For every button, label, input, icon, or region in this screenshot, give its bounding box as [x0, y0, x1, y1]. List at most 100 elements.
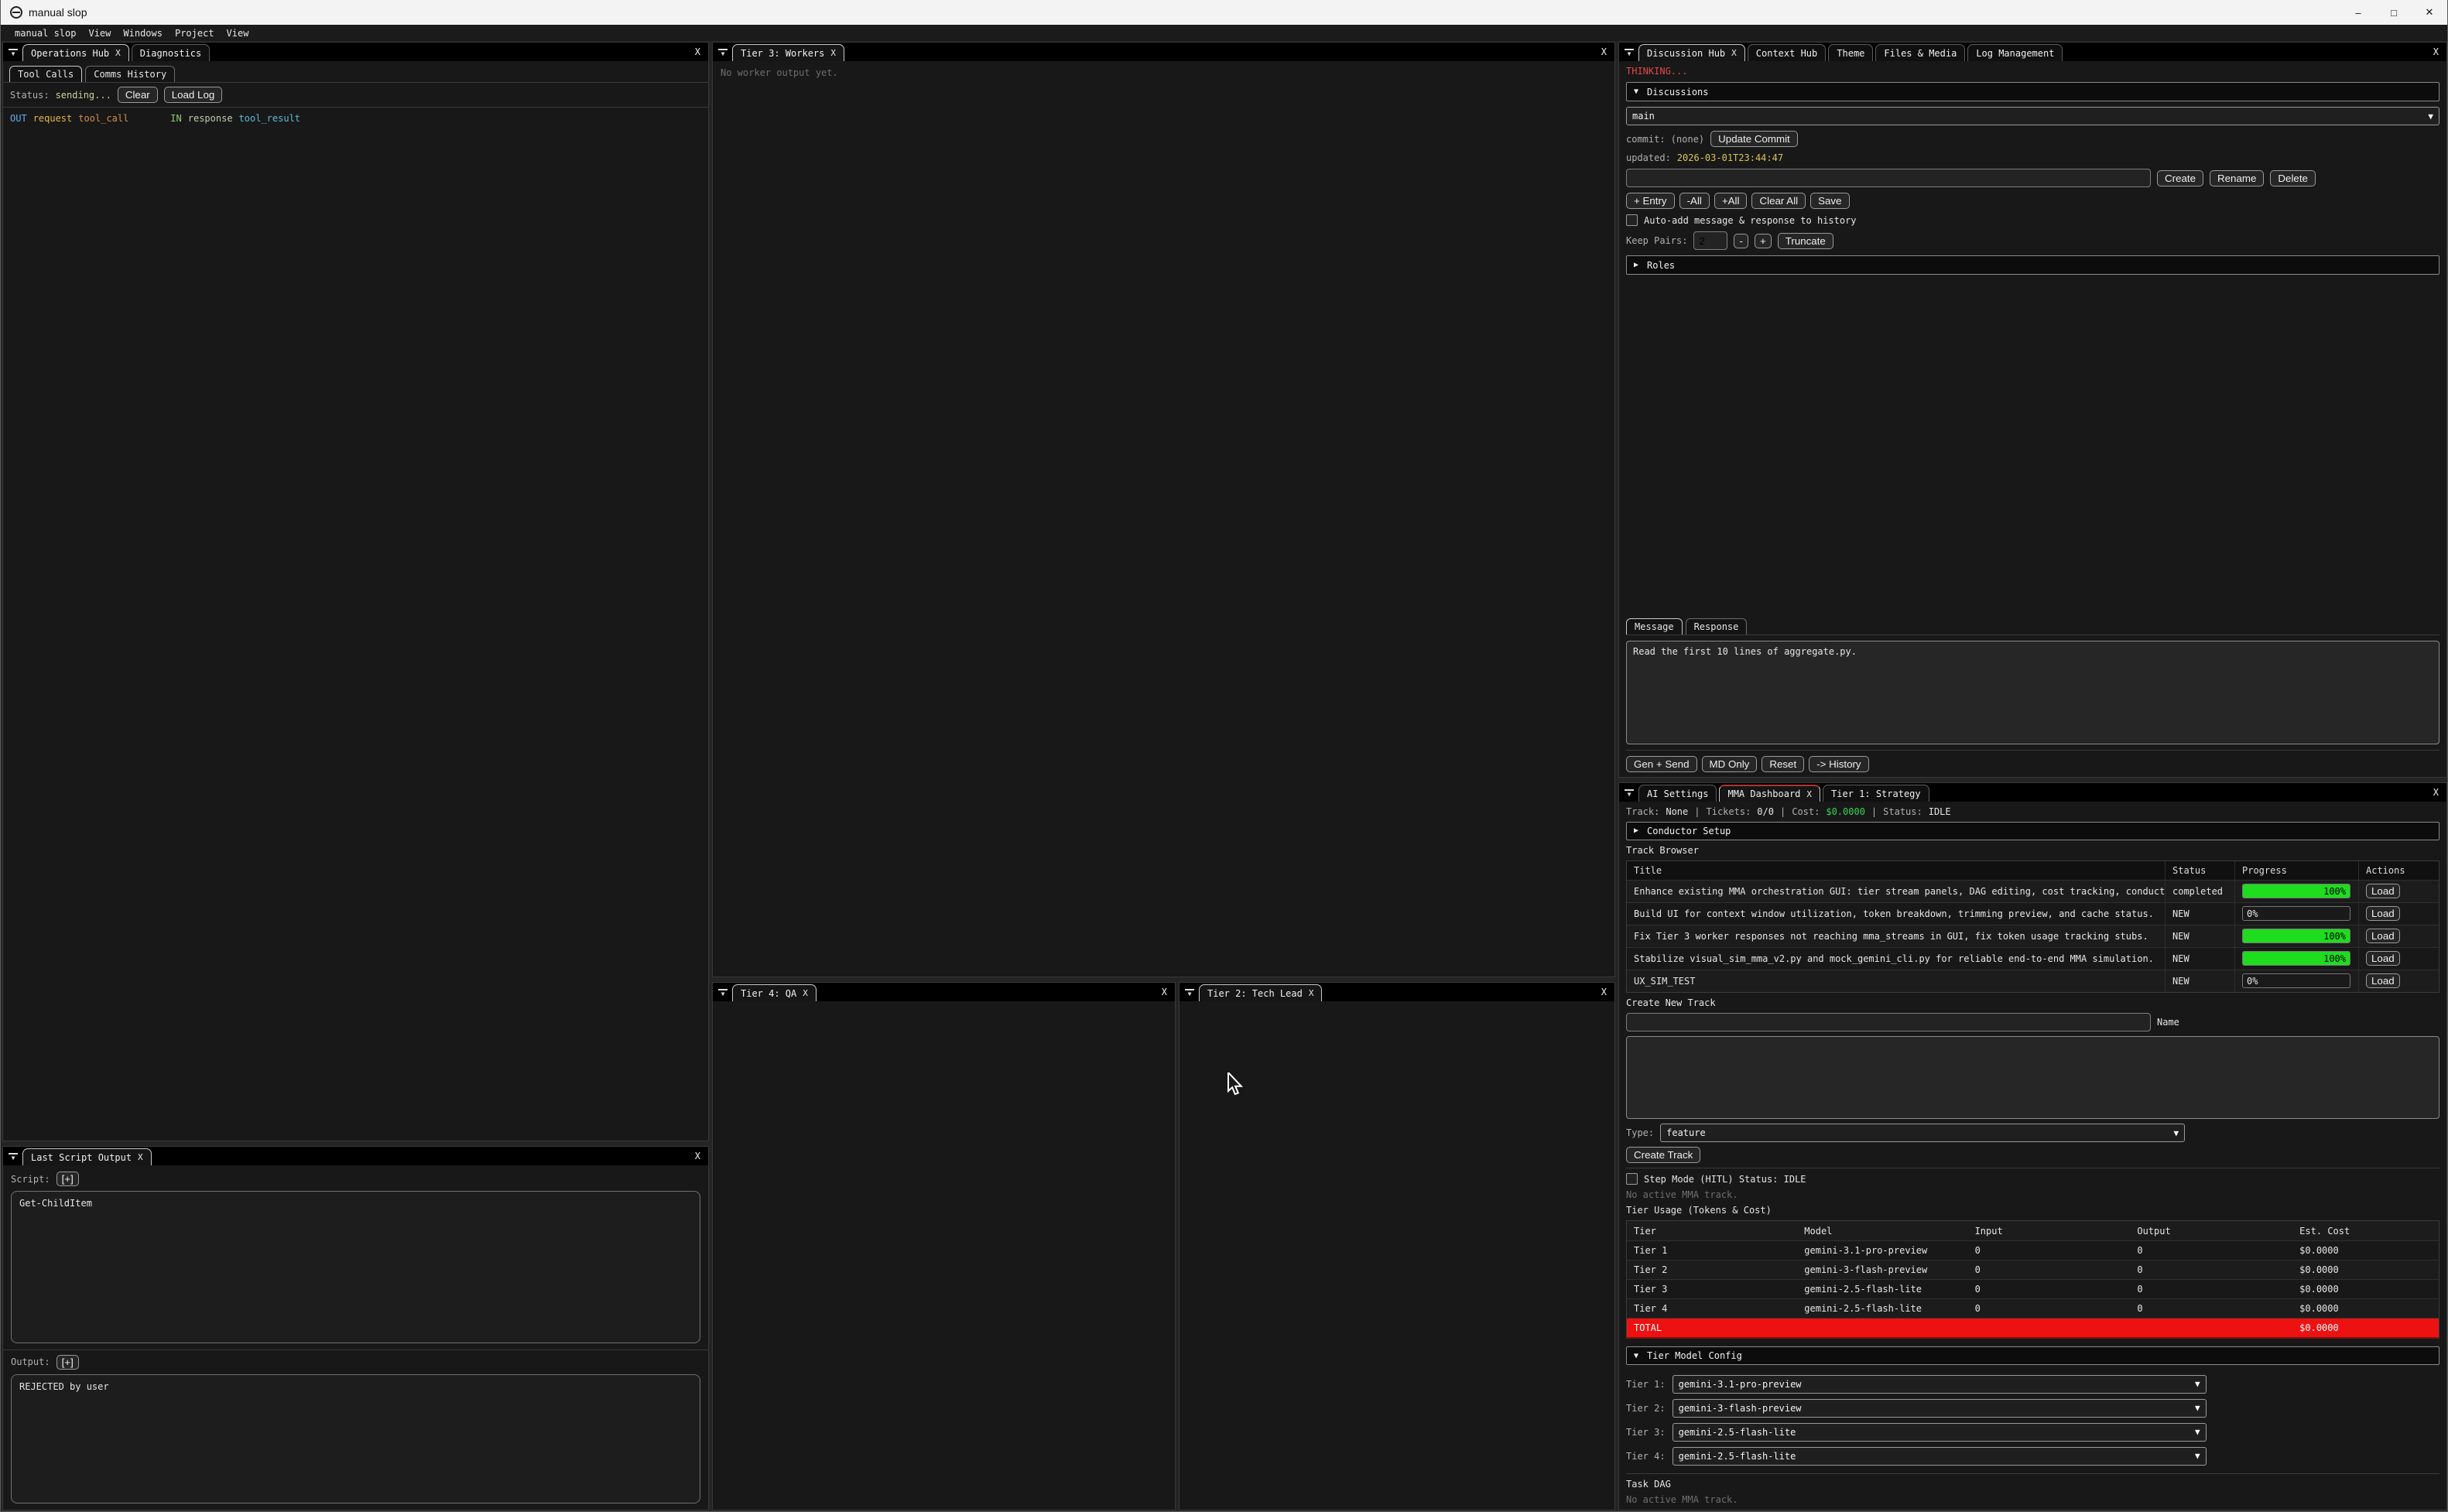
reset-button[interactable]: Reset	[1762, 756, 1804, 772]
discussion-name-input[interactable]	[1626, 169, 2151, 187]
tier-model-select[interactable]: gemini-3.1-pro-preview▼	[1673, 1375, 2207, 1394]
menu-item-view[interactable]: View	[82, 28, 117, 39]
tab-tier-1-strategy[interactable]: Tier 1: Strategy	[1823, 785, 1929, 802]
update-commit-button[interactable]: Update Commit	[1710, 131, 1798, 147]
all-button[interactable]: +All	[1714, 193, 1748, 209]
panel-menu-icon[interactable]: ▼	[1625, 49, 1634, 57]
tab-close-icon[interactable]: X	[1806, 789, 1812, 799]
load-log-button[interactable]: Load Log	[164, 87, 223, 103]
track-type-select[interactable]: feature ▼	[1660, 1124, 2185, 1142]
panel-close-icon[interactable]: X	[1601, 46, 1607, 57]
tab-discussion-hub[interactable]: Discussion HubX	[1638, 44, 1745, 61]
track-row[interactable]: Fix Tier 3 worker responses not reaching…	[1627, 925, 2439, 947]
panel-close-icon[interactable]: X	[2433, 46, 2439, 57]
tab-tier-2-tech-lead[interactable]: Tier 2: Tech LeadX	[1199, 984, 1322, 1001]
script-text-box[interactable]: Get-ChildItem	[11, 1191, 700, 1343]
panel-close-icon[interactable]: X	[695, 46, 700, 57]
conductor-setup-header[interactable]: ▶ Conductor Setup	[1626, 822, 2439, 840]
menu-item-windows[interactable]: Windows	[117, 28, 169, 39]
panel-menu-icon[interactable]: ▼	[9, 1153, 18, 1161]
tab-close-icon[interactable]: X	[803, 988, 808, 998]
message-textarea[interactable]: Read the first 10 lines of aggregate.py.	[1626, 641, 2439, 744]
panel-menu-icon[interactable]: ▼	[1625, 789, 1634, 798]
panel-menu-icon[interactable]: ▼	[718, 49, 728, 57]
load-button[interactable]: Load	[2366, 951, 2400, 966]
tab-mma-dashboard[interactable]: MMA DashboardX	[1719, 785, 1820, 802]
tier-model-select[interactable]: gemini-2.5-flash-lite▼	[1673, 1447, 2207, 1466]
menu-item-manual-slop[interactable]: manual slop	[9, 28, 82, 39]
history-button[interactable]: -> History	[1809, 756, 1868, 772]
md-only-button[interactable]: MD Only	[1702, 756, 1758, 772]
track-description-textarea[interactable]	[1626, 1036, 2439, 1119]
tab-tier-4-qa[interactable]: Tier 4: QAX	[732, 984, 817, 1001]
tab-operations-hub[interactable]: Operations HubX	[22, 44, 129, 61]
tab-last-script-output[interactable]: Last Script OutputX	[22, 1148, 152, 1165]
close-icon[interactable]: ✕	[2412, 0, 2447, 25]
load-button[interactable]: Load	[2366, 884, 2400, 898]
tab-close-icon[interactable]: X	[830, 48, 836, 58]
tab-context-hub[interactable]: Context Hub	[1748, 44, 1826, 61]
tab-close-icon[interactable]: X	[115, 48, 121, 58]
script-expand-button[interactable]: [+]	[56, 1172, 79, 1186]
load-button[interactable]: Load	[2366, 973, 2400, 988]
create-track-button[interactable]: Create Track	[1626, 1147, 1700, 1163]
tab-ai-settings[interactable]: AI Settings	[1638, 785, 1717, 802]
clear-button[interactable]: Clear	[118, 87, 158, 103]
discussion-select[interactable]: main ▼	[1626, 107, 2439, 125]
create-button[interactable]: Create	[2157, 170, 2203, 186]
subtab-comms-history[interactable]: Comms History	[85, 66, 175, 82]
subtab-tool-calls[interactable]: Tool Calls	[9, 66, 82, 82]
menu-item-view[interactable]: View	[221, 28, 255, 39]
track-row[interactable]: UX_SIM_TESTNEW0%Load	[1627, 970, 2439, 992]
tab-tier-3-workers[interactable]: Tier 3: WorkersX	[732, 44, 844, 61]
maximize-icon[interactable]: □	[2376, 0, 2412, 25]
panel-close-icon[interactable]: X	[695, 1151, 700, 1161]
panel-menu-icon[interactable]: ▼	[9, 49, 18, 57]
track-status: NEW	[2165, 903, 2234, 925]
tier-input: 0	[1968, 1245, 2131, 1256]
tool-call-log-row[interactable]: OUTrequesttool_call INresponsetool_resul…	[3, 108, 708, 129]
menu-item-project[interactable]: Project	[169, 28, 221, 39]
tab-close-icon[interactable]: X	[1309, 988, 1314, 998]
panel-close-icon[interactable]: X	[1601, 987, 1607, 997]
load-button[interactable]: Load	[2366, 929, 2400, 943]
tab-log-management[interactable]: Log Management	[1967, 44, 2063, 61]
autoadd-checkbox[interactable]	[1626, 214, 1638, 226]
subtab-response[interactable]: Response	[1686, 618, 1748, 635]
tab-theme[interactable]: Theme	[1828, 44, 1873, 61]
tab-files-media[interactable]: Files & Media	[1875, 44, 1965, 61]
track-row[interactable]: Build UI for context window utilization,…	[1627, 902, 2439, 925]
panel-menu-icon[interactable]: ▼	[1185, 989, 1194, 997]
track-row[interactable]: Stabilize visual_sim_mma_v2.py and mock_…	[1627, 947, 2439, 970]
discussions-section-header[interactable]: ▼ Discussions	[1626, 82, 2439, 101]
tier-model-select[interactable]: gemini-2.5-flash-lite▼	[1673, 1423, 2207, 1442]
save-button[interactable]: Save	[1810, 193, 1849, 209]
all-button[interactable]: -All	[1679, 193, 1710, 209]
keep-pairs-minus-button[interactable]: -	[1734, 234, 1748, 248]
output-expand-button[interactable]: [+]	[56, 1355, 79, 1370]
keep-pairs-plus-button[interactable]: +	[1755, 234, 1772, 248]
step-mode-checkbox[interactable]	[1626, 1173, 1638, 1185]
gen-send-button[interactable]: Gen + Send	[1626, 756, 1697, 772]
delete-button[interactable]: Delete	[2270, 170, 2316, 186]
tab-diagnostics[interactable]: Diagnostics	[132, 44, 210, 61]
subtab-message[interactable]: Message	[1626, 618, 1683, 635]
load-button[interactable]: Load	[2366, 906, 2400, 921]
track-name-input[interactable]	[1626, 1013, 2151, 1031]
clear-all-button[interactable]: Clear All	[1751, 193, 1806, 209]
tab-close-icon[interactable]: X	[138, 1152, 143, 1162]
roles-section-header[interactable]: ▶ Roles	[1626, 255, 2439, 275]
tier-model-config-header[interactable]: ▼ Tier Model Config	[1626, 1346, 2439, 1365]
panel-close-icon[interactable]: X	[1162, 987, 1167, 997]
rename-button[interactable]: Rename	[2210, 170, 2264, 186]
panel-close-icon[interactable]: X	[2433, 787, 2439, 798]
tier-model-select[interactable]: gemini-3-flash-preview▼	[1673, 1399, 2207, 1418]
output-text-box[interactable]: REJECTED by user	[11, 1374, 700, 1503]
truncate-button[interactable]: Truncate	[1778, 233, 1833, 249]
entry-button[interactable]: + Entry	[1626, 193, 1675, 209]
minimize-icon[interactable]: –	[2340, 0, 2376, 25]
tab-close-icon[interactable]: X	[1731, 48, 1737, 58]
track-row[interactable]: Enhance existing MMA orchestration GUI: …	[1627, 880, 2439, 902]
keep-pairs-input[interactable]	[1693, 231, 1727, 250]
panel-menu-icon[interactable]: ▼	[718, 989, 728, 997]
